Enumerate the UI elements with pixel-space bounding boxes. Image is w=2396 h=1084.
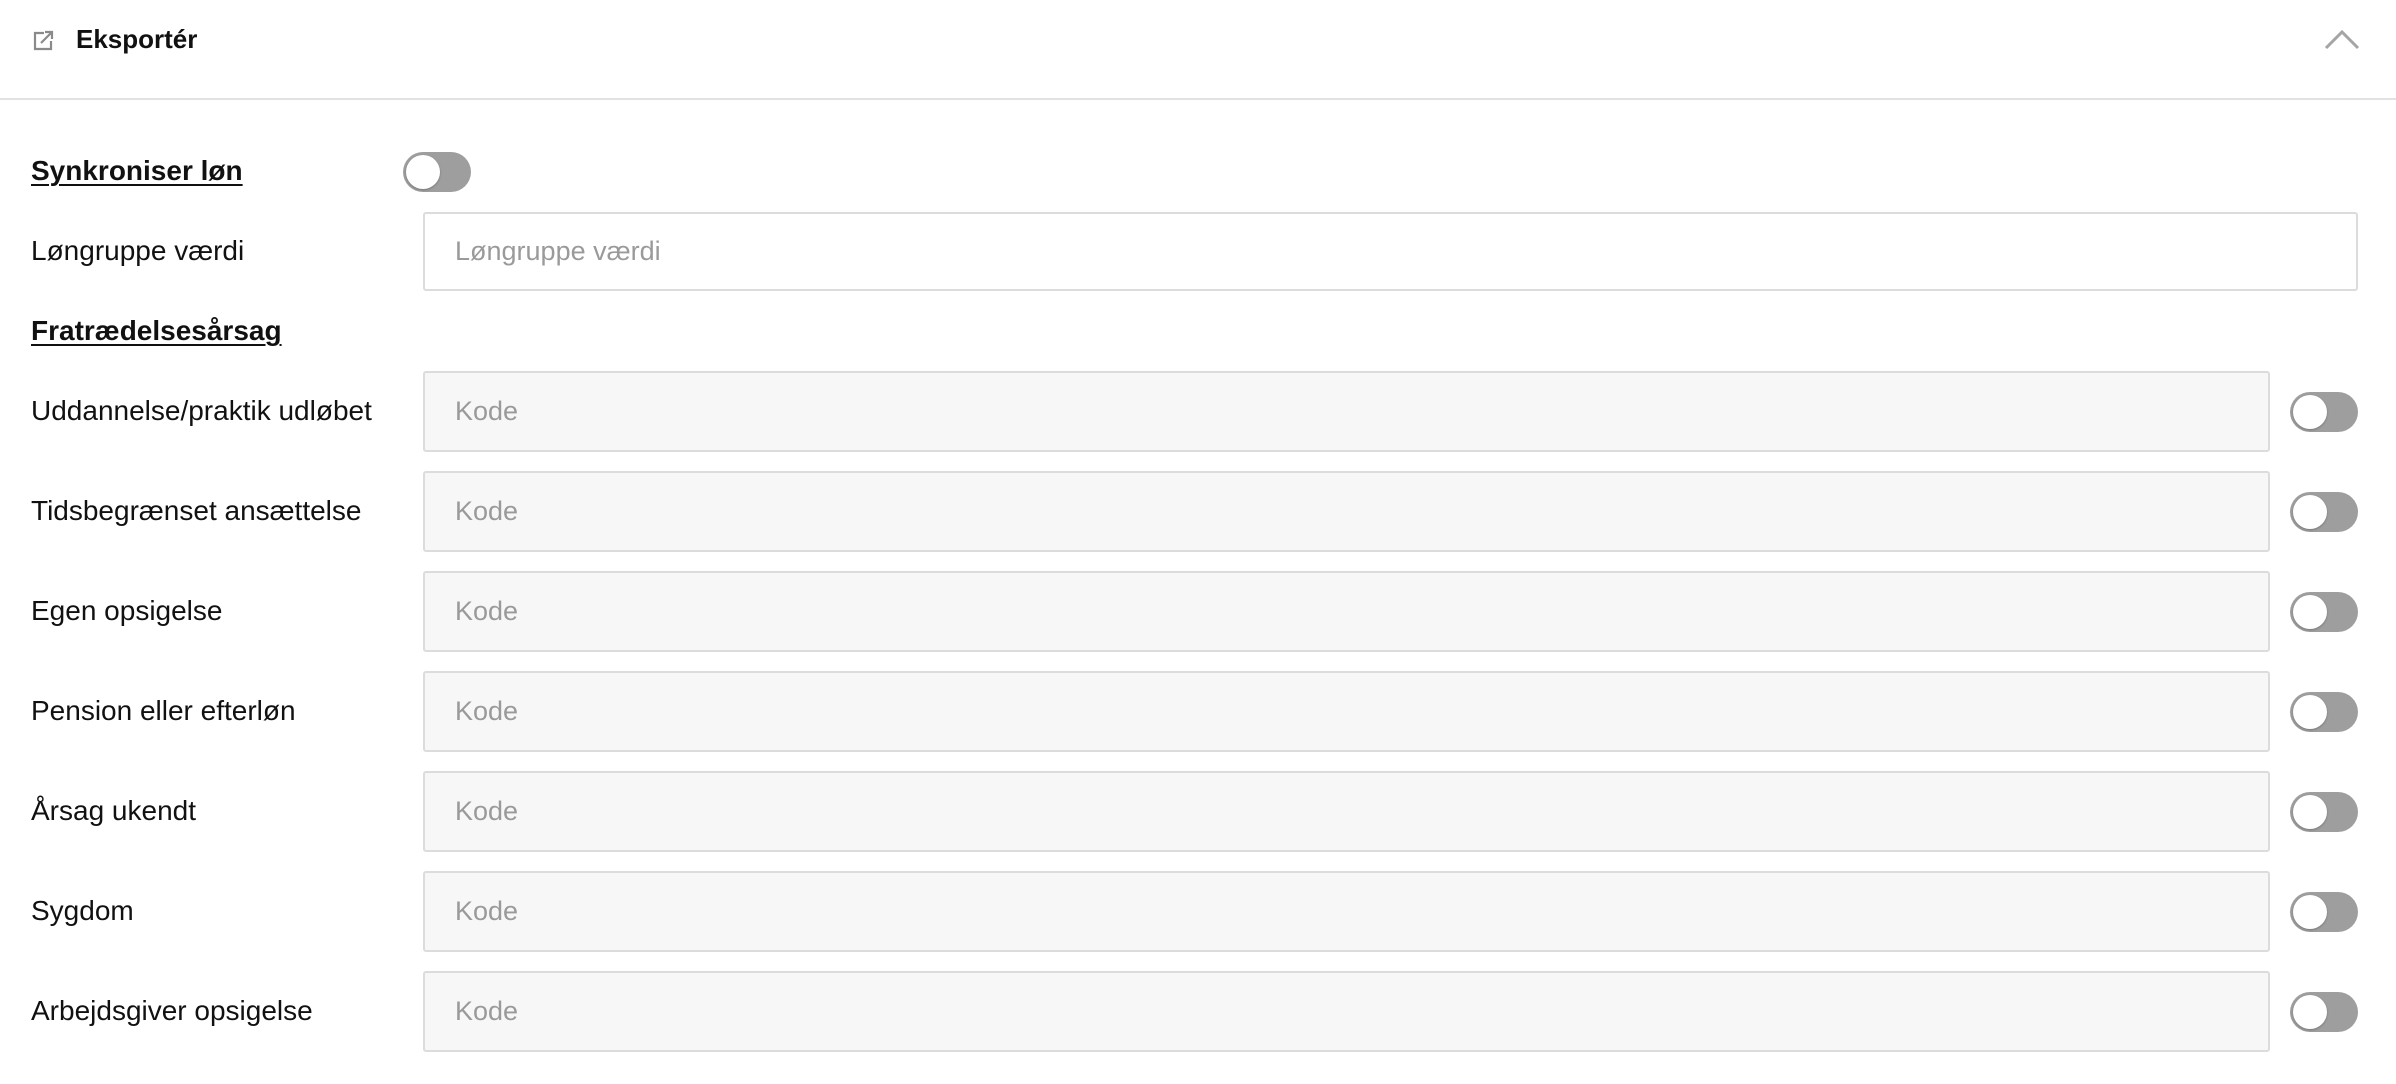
- toggle-knob: [2293, 595, 2327, 629]
- export-icon: [33, 30, 54, 51]
- reason-toggle-illness[interactable]: [2290, 892, 2358, 932]
- salary-group-label: Løngruppe værdi: [31, 235, 245, 266]
- reason-toggle-fixed-term[interactable]: [2290, 492, 2358, 532]
- reason-toggle-pension[interactable]: [2290, 692, 2358, 732]
- toggle-knob: [2293, 395, 2327, 429]
- reason-toggle-education-expired[interactable]: [2290, 392, 2358, 432]
- reason-code-input-own-resignation[interactable]: [423, 571, 2270, 652]
- toggle-knob: [2293, 795, 2327, 829]
- reason-code-input-illness[interactable]: [423, 871, 2270, 952]
- toggle-knob: [2293, 995, 2327, 1029]
- toggle-knob: [2293, 495, 2327, 529]
- toggle-knob: [406, 155, 440, 189]
- reason-label-own-resignation: Egen opsigelse: [31, 595, 223, 626]
- reason-toggle-own-resignation[interactable]: [2290, 592, 2358, 632]
- termination-section-label: Fratrædelsesårsag: [31, 315, 282, 346]
- reason-toggle-unknown[interactable]: [2290, 792, 2358, 832]
- section-title: Eksportér: [76, 24, 198, 54]
- sync-salary-toggle[interactable]: [403, 152, 471, 192]
- reason-label-education-expired: Uddannelse/praktik udløbet: [31, 395, 372, 426]
- reason-code-input-fixed-term[interactable]: [423, 471, 2270, 552]
- reason-label-fixed-term: Tidsbegrænset ansættelse: [31, 495, 362, 526]
- reason-code-input-pension[interactable]: [423, 671, 2270, 752]
- reason-label-illness: Sygdom: [31, 895, 134, 926]
- chevron-up-icon[interactable]: [2322, 22, 2362, 56]
- reason-toggle-employer-dismissal[interactable]: [2290, 992, 2358, 1032]
- reason-label-employer-dismissal: Arbejdsgiver opsigelse: [31, 995, 313, 1026]
- reason-label-pension: Pension eller efterløn: [31, 695, 296, 726]
- salary-group-input[interactable]: [423, 212, 2358, 291]
- reason-code-input-education-expired[interactable]: [423, 371, 2270, 452]
- sync-salary-label: Synkroniser løn: [31, 155, 243, 186]
- reason-label-unknown: Årsag ukendt: [31, 795, 196, 826]
- toggle-knob: [2293, 695, 2327, 729]
- reason-code-input-unknown[interactable]: [423, 771, 2270, 852]
- reason-code-input-employer-dismissal[interactable]: [423, 971, 2270, 1052]
- export-section-header[interactable]: Eksportér: [0, 0, 2396, 100]
- toggle-knob: [2293, 895, 2327, 929]
